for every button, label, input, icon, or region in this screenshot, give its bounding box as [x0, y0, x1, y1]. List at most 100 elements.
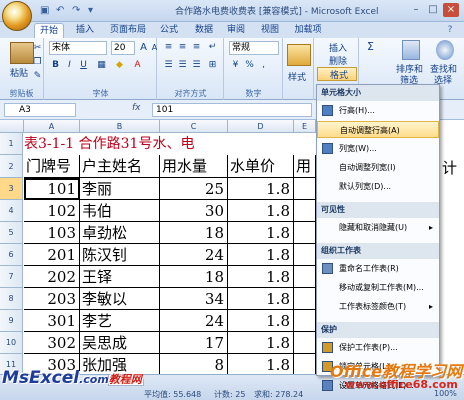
table-cell-empty[interactable] — [294, 244, 316, 266]
sort-filter-icon[interactable] — [402, 40, 420, 60]
row-header[interactable]: 8 — [0, 288, 23, 310]
menu-item[interactable]: 行高(H)... — [317, 102, 439, 119]
row-header[interactable]: 9 — [0, 310, 23, 332]
table-cell-name[interactable]: 韦伯 — [80, 200, 160, 222]
autosum-button[interactable]: Σ — [364, 41, 377, 53]
table-cell-empty[interactable] — [294, 178, 316, 200]
cut-icon[interactable]: ✂ — [31, 42, 44, 54]
table-cell-id[interactable]: 301 — [24, 310, 80, 332]
delete-cells-button[interactable]: 删除 — [329, 54, 347, 67]
align-top-icon[interactable]: ≡ — [162, 41, 175, 53]
format-cells-button[interactable]: 格式 — [317, 67, 357, 81]
table-header-cell[interactable]: 用 — [294, 155, 316, 178]
table-cell-empty[interactable] — [294, 288, 316, 310]
table-cell-water[interactable]: 24 — [160, 244, 228, 266]
menu-item[interactable]: 自动调整行高(A) — [317, 121, 439, 138]
table-cell-id[interactable]: 202 — [24, 266, 80, 288]
table-cell-name[interactable]: 李艺 — [80, 310, 160, 332]
table-cell-name[interactable]: 陈汉钊 — [80, 244, 160, 266]
copy-icon[interactable]: ❐ — [31, 56, 44, 68]
fx-icon[interactable]: fx — [132, 103, 141, 113]
align-bottom-icon[interactable]: ≡ — [190, 41, 203, 53]
menu-item[interactable]: 工作表标签颜色(T) ▸ — [317, 298, 439, 315]
row-header[interactable]: 10 — [0, 332, 23, 354]
table-cell-water[interactable]: 24 — [160, 310, 228, 332]
row-header[interactable]: 4 — [0, 200, 23, 222]
table-cell-water[interactable]: 34 — [160, 288, 228, 310]
align-left-icon[interactable]: ☰ — [162, 59, 175, 71]
tab-view[interactable]: 视图 — [256, 23, 284, 38]
menu-item[interactable]: 列宽(W)... — [317, 140, 439, 157]
tab-addins[interactable]: 加载项 — [290, 23, 326, 38]
font-size-select[interactable]: 20 — [111, 41, 135, 55]
column-header[interactable]: C — [160, 120, 228, 133]
row-header[interactable]: 6 — [0, 244, 23, 266]
table-cell-name[interactable]: 卓劲松 — [80, 222, 160, 244]
maximize-button[interactable]: □ — [425, 3, 441, 17]
help-icon[interactable]: ? — [440, 23, 460, 38]
merge-cells-icon[interactable]: ⊞ — [206, 59, 219, 71]
row-header[interactable]: 2 — [0, 155, 23, 178]
menu-item[interactable]: 隐藏和取消隐藏(U) ▸ — [317, 219, 439, 236]
menu-item[interactable]: 默认列宽(D)... — [317, 178, 439, 195]
select-all-corner[interactable] — [0, 120, 24, 133]
border-icon[interactable]: ▦ — [95, 59, 108, 71]
table-cell-price[interactable]: 1.8 — [228, 288, 294, 310]
styles-button[interactable]: 样式 — [288, 70, 306, 83]
insert-cells-button[interactable]: 插入 — [329, 41, 347, 54]
table-header-cell[interactable]: 门牌号 — [24, 155, 80, 178]
table-cell-price[interactable]: 1.8 — [228, 244, 294, 266]
tab-home[interactable]: 开始 — [34, 23, 64, 38]
font-color-icon[interactable]: A — [131, 59, 144, 71]
table-cell-water[interactable]: 8 — [160, 354, 228, 374]
table-cell-price[interactable]: 1.8 — [228, 310, 294, 332]
table-cell-price[interactable]: 1.8 — [228, 222, 294, 244]
fill-color-icon[interactable]: ◆ — [113, 59, 126, 71]
currency-icon[interactable]: ¥ — [229, 59, 242, 71]
table-cell-name[interactable]: 李丽 — [80, 178, 160, 200]
column-header[interactable]: D — [228, 120, 294, 133]
undo-icon[interactable]: ↶ — [56, 5, 64, 16]
table-cell-empty[interactable] — [294, 310, 316, 332]
qat-dropdown-icon[interactable]: ▾ — [88, 5, 93, 16]
wrap-text-icon[interactable]: ↵ — [206, 41, 219, 53]
row-header[interactable]: 7 — [0, 266, 23, 288]
menu-item[interactable]: 重命名工作表(R) — [317, 260, 439, 277]
table-cell-name[interactable]: 吴思成 — [80, 332, 160, 354]
table-cell-price[interactable]: 1.8 — [228, 354, 294, 374]
redo-icon[interactable]: ↷ — [72, 5, 80, 16]
menu-item[interactable]: 移动或复制工作表(M)... — [317, 279, 439, 296]
table-cell-id[interactable]: 102 — [24, 200, 80, 222]
menu-item[interactable]: 自动调整列宽(I) — [317, 159, 439, 176]
table-cell-water[interactable]: 30 — [160, 200, 228, 222]
align-right-icon[interactable]: ☰ — [190, 59, 203, 71]
underline-button[interactable]: U — [77, 59, 90, 71]
table-cell-empty[interactable] — [294, 222, 316, 244]
table-cell-water[interactable]: 25 — [160, 178, 228, 200]
formula-input[interactable]: 101 — [152, 103, 312, 117]
table-cell-name[interactable]: 王铎 — [80, 266, 160, 288]
table-cell-empty[interactable] — [294, 332, 316, 354]
tab-page-layout[interactable]: 页面布局 — [104, 23, 152, 38]
table-cell-price[interactable]: 1.8 — [228, 200, 294, 222]
align-center-icon[interactable]: ☰ — [176, 59, 189, 71]
table-header-cell[interactable]: 水单价 — [228, 155, 294, 178]
table-cell-water[interactable]: 17 — [160, 332, 228, 354]
table-cell-price[interactable]: 1.8 — [228, 332, 294, 354]
table-cell-id[interactable]: 101 — [24, 178, 80, 200]
column-header[interactable]: A — [24, 120, 80, 133]
table-header-cell[interactable]: 用水量 — [160, 155, 228, 178]
column-header[interactable]: B — [80, 120, 160, 133]
table-cell-id[interactable]: 201 — [24, 244, 80, 266]
table-cell-name[interactable]: 李敏以 — [80, 288, 160, 310]
find-select-icon[interactable] — [436, 40, 454, 60]
styles-icon[interactable] — [287, 44, 311, 66]
format-painter-icon[interactable]: ✎ — [31, 70, 44, 82]
font-name-select[interactable]: 宋体 — [49, 41, 107, 55]
close-button[interactable]: × — [443, 3, 459, 17]
tab-review[interactable]: 审阅 — [222, 23, 250, 38]
tab-insert[interactable]: 插入 — [70, 23, 100, 38]
comma-button[interactable]: , — [257, 59, 270, 71]
table-header-cell[interactable]: 户主姓名 — [80, 155, 160, 178]
bold-button[interactable]: B — [49, 59, 62, 71]
